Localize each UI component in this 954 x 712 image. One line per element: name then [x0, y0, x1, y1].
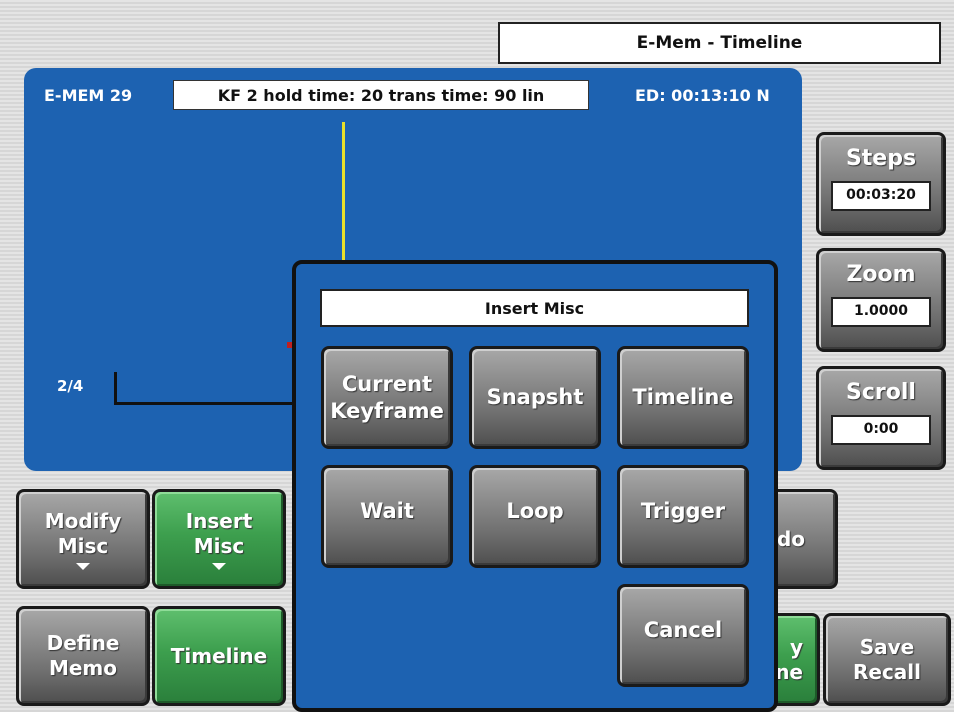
wait-label: Wait [360, 499, 414, 523]
edit-duration: ED: 00:13:10 N [635, 86, 770, 105]
current-keyframe-line2: Keyframe [330, 398, 444, 423]
zoom-button[interactable]: Zoom 1.0000 [816, 248, 946, 352]
steps-value: 00:03:20 [830, 180, 932, 211]
dialog-title: Insert Misc [320, 289, 749, 327]
current-keyframe-line1: Current [341, 372, 433, 397]
modify-misc-line1: Modify [44, 508, 122, 533]
loop-label: Loop [506, 499, 564, 523]
modify-misc-button[interactable]: Modify Misc [16, 489, 150, 589]
insert-misc-button[interactable]: Insert Misc [152, 489, 286, 589]
timeline-mode-label: Timeline [170, 643, 268, 668]
modify-misc-line2: Misc [57, 533, 109, 558]
zoom-label: Zoom [846, 262, 916, 287]
dropdown-arrow-icon [76, 562, 90, 570]
cancel-label: Cancel [643, 618, 723, 642]
track-label: 2/4 [57, 377, 84, 395]
hidden-button-line2: ne [775, 659, 803, 684]
define-memo-button[interactable]: Define Memo [16, 606, 150, 706]
dropdown-arrow-icon [212, 562, 226, 570]
trigger-button[interactable]: Trigger [617, 465, 749, 568]
current-keyframe-button[interactable]: Current Keyframe [321, 346, 453, 449]
insert-misc-line1: Insert [185, 508, 253, 533]
save-recall-button[interactable]: Save Recall [823, 613, 951, 706]
cancel-button[interactable]: Cancel [617, 584, 749, 687]
undo-label: do [776, 526, 805, 551]
define-memo-line1: Define [46, 631, 120, 655]
insert-misc-line2: Misc [193, 533, 245, 558]
keyframe-info: KF 2 hold time: 20 trans time: 90 lin [173, 80, 589, 110]
track-line [114, 402, 300, 405]
save-recall-line1: Save [859, 634, 915, 659]
steps-button[interactable]: Steps 00:03:20 [816, 132, 946, 236]
snapshot-button[interactable]: Snapsht [469, 346, 601, 449]
zoom-value: 1.0000 [830, 296, 932, 327]
scroll-value: 0:00 [830, 414, 932, 445]
scroll-button[interactable]: Scroll 0:00 [816, 366, 946, 470]
snapshot-label: Snapsht [486, 385, 584, 410]
steps-label: Steps [845, 146, 917, 171]
loop-button[interactable]: Loop [469, 465, 601, 568]
emem-label: E-MEM 29 [44, 86, 133, 105]
window-title: E-Mem - Timeline [498, 22, 941, 64]
save-recall-line2: Recall [852, 659, 922, 684]
timeline-label: Timeline [632, 385, 734, 410]
define-memo-line2: Memo [48, 656, 118, 680]
hidden-button-line1: y [789, 634, 803, 659]
timeline-button[interactable]: Timeline [617, 346, 749, 449]
timeline-cursor[interactable] [342, 122, 345, 272]
wait-button[interactable]: Wait [321, 465, 453, 568]
timeline-mode-button[interactable]: Timeline [152, 606, 286, 706]
track-marker [114, 372, 117, 404]
trigger-label: Trigger [640, 499, 726, 523]
scroll-label: Scroll [846, 380, 916, 405]
